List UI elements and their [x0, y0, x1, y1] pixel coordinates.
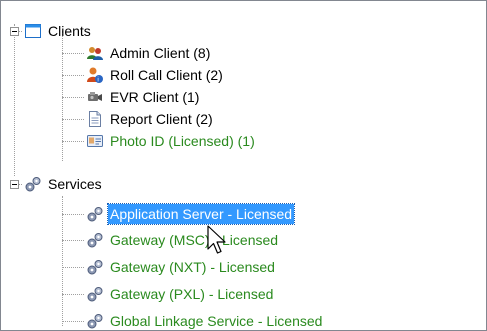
collapse-clients-toggle[interactable] [10, 27, 19, 36]
tree-connector-line [62, 267, 84, 268]
tree-node-gateway-nxt[interactable]: Gateway (NXT) - Licensed [86, 257, 277, 277]
tree-connector-line [62, 119, 84, 120]
gears-icon [24, 175, 42, 193]
tree-node-label: Clients [48, 23, 91, 39]
gears-icon [86, 205, 104, 223]
mouse-pointer-icon [207, 225, 226, 254]
id-card-icon [86, 132, 104, 150]
tree-connector-line [62, 294, 84, 295]
tree-node-label: EVR Client (1) [110, 89, 200, 105]
tree-connector-line [62, 75, 84, 76]
tree-node-label: Services [48, 176, 102, 192]
tree-node-label: Photo ID (Licensed) (1) [110, 133, 255, 149]
tree-view[interactable]: Clients Admin Client (8) i Roll Call Cli… [0, 0, 487, 331]
tree-connector-line [62, 321, 84, 322]
tree-node-label: Admin Client (8) [110, 45, 211, 61]
gears-icon [86, 312, 104, 330]
tree-node-gateway-msc[interactable]: Gateway (MSC) - Licensed [86, 230, 280, 250]
tree-node-global-linkage-service[interactable]: Global Linkage Service - Licensed [86, 311, 324, 330]
tree-node-roll-call-client[interactable]: i Roll Call Client (2) [86, 65, 225, 85]
tree-node-admin-client[interactable]: Admin Client (8) [86, 43, 212, 63]
gears-icon [86, 231, 104, 249]
document-icon [86, 110, 104, 128]
user-roll-call-icon: i [86, 66, 104, 84]
tree-connector-line [62, 97, 84, 98]
tree-node-clients[interactable]: Clients [24, 21, 93, 41]
camera-recorder-icon [86, 88, 104, 106]
tree-connector-line [62, 196, 63, 326]
tree-node-application-server[interactable]: Application Server - Licensed [86, 203, 296, 225]
tree-node-label: Roll Call Client (2) [110, 67, 223, 83]
tree-connector-line [62, 214, 84, 215]
window-icon [24, 22, 42, 40]
tree-node-photo-id[interactable]: Photo ID (Licensed) (1) [86, 131, 257, 151]
tree-node-gateway-pxl[interactable]: Gateway (PXL) - Licensed [86, 284, 275, 304]
tree-node-label: Gateway (MSC) - Licensed [110, 232, 279, 248]
tree-connector-line [14, 24, 15, 176]
tree-node-label: Report Client (2) [110, 111, 213, 127]
tree-connector-line [62, 53, 84, 54]
tree-node-label: Gateway (NXT) - Licensed [110, 259, 275, 275]
gears-icon [86, 285, 104, 303]
tree-node-report-client[interactable]: Report Client (2) [86, 109, 215, 129]
collapse-services-toggle[interactable] [10, 180, 19, 189]
users-group-icon [86, 44, 104, 62]
tree-connector-line [62, 141, 84, 142]
tree-node-label: Global Linkage Service - Licensed [110, 313, 323, 329]
tree-connector-line [62, 240, 84, 241]
tree-node-label: Application Server - Licensed [106, 203, 296, 225]
tree-node-label: Gateway (PXL) - Licensed [110, 286, 274, 302]
gears-icon [86, 258, 104, 276]
tree-node-evr-client[interactable]: EVR Client (1) [86, 87, 201, 107]
tree-node-services[interactable]: Services [24, 174, 104, 194]
